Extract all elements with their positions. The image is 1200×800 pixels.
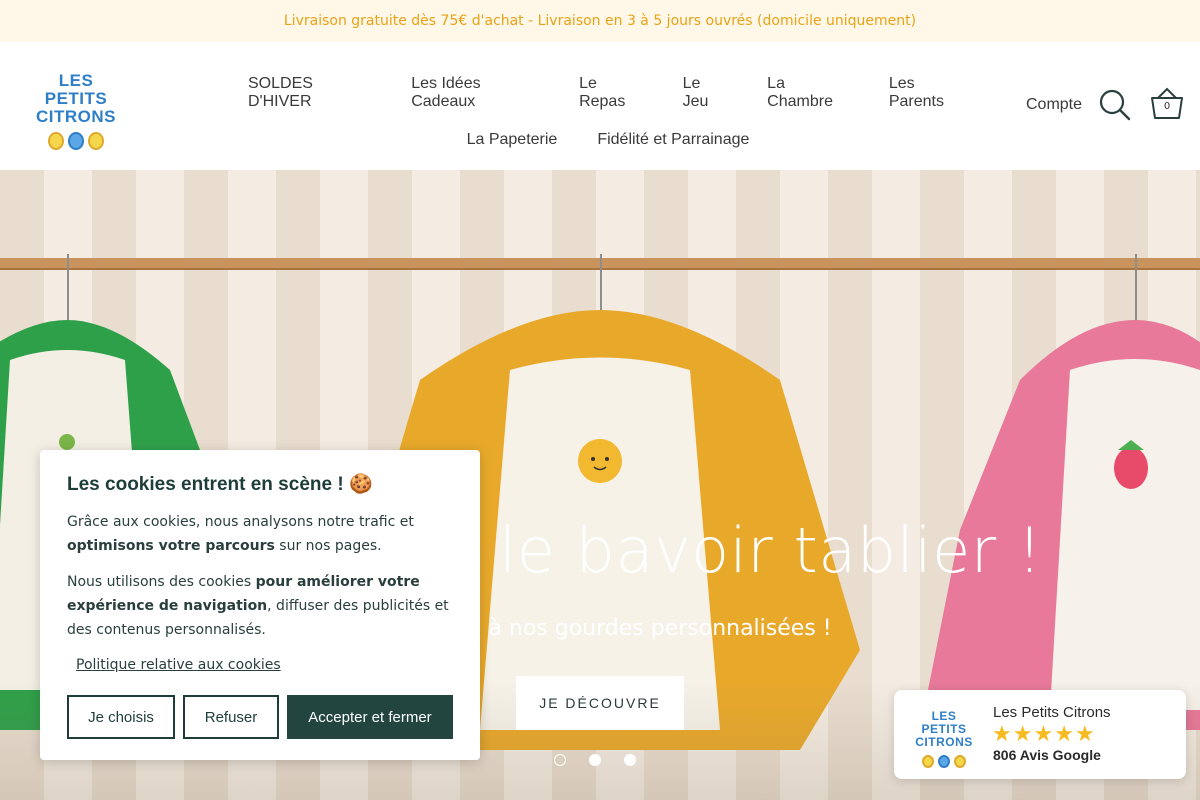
cookie-policy-link[interactable]: Politique relative aux cookies	[76, 657, 281, 673]
slider-dot-3[interactable]	[624, 754, 636, 766]
cookie-banner: Les cookies entrent en scène ! 🍪 Grâce a…	[40, 450, 480, 760]
announcement-text: Livraison gratuite dès 75€ d'achat - Liv…	[283, 13, 917, 29]
slider-dot-1[interactable]	[554, 754, 566, 766]
cart-button[interactable]: 0	[1148, 86, 1186, 122]
nav-item-fidelite[interactable]: Fidélité et Parrainage	[577, 124, 769, 156]
star-icon: ★	[992, 722, 1012, 747]
cookie-refuse-button[interactable]: Refuser	[183, 695, 279, 739]
announcement-bar: Livraison gratuite dès 75€ d'achat - Liv…	[0, 0, 1200, 42]
site-logo[interactable]: LES PETITS CITRONS	[30, 71, 122, 150]
nav-row-2: La Papeterie Fidélité et Parrainage	[228, 124, 988, 156]
site-header: LES PETITS CITRONS SOLDES D'HIVER Les Id…	[0, 42, 1200, 170]
star-icon: ★	[1033, 722, 1054, 747]
star-rating: ★ ★ ★ ★ ★	[992, 723, 1095, 747]
logo-fruits-icon	[912, 755, 976, 768]
cookie-title: Les cookies entrent en scène ! 🍪	[67, 474, 373, 495]
cookie-accept-button[interactable]: Accepter et fermer	[287, 695, 453, 739]
nav-row-1: SOLDES D'HIVER Les Idées Cadeaux Le Repa…	[228, 68, 988, 118]
reviews-store-name: Les Petits Citrons	[993, 704, 1111, 721]
search-icon[interactable]	[1098, 88, 1132, 122]
nav-item-le-repas[interactable]: Le Repas	[559, 68, 663, 118]
cart-count: 0	[1163, 101, 1171, 112]
star-icon: ★	[1074, 722, 1095, 747]
nav-item-les-parents[interactable]: Les Parents	[869, 68, 988, 118]
reviews-logo-text: LES PETITS CITRONS	[915, 709, 973, 749]
nav-item-la-papeterie[interactable]: La Papeterie	[447, 124, 578, 156]
cookie-choose-button[interactable]: Je choisis	[67, 695, 175, 739]
logo-fruits-icon	[30, 132, 122, 150]
cookie-paragraph-2: Nous utilisons des cookies pour améliore…	[67, 574, 449, 638]
cookie-buttons: Je choisis Refuser Accepter et fermer	[67, 695, 453, 739]
star-icon: ★	[1012, 722, 1033, 747]
nav-item-idees-cadeaux[interactable]: Les Idées Cadeaux	[391, 68, 559, 118]
slider-dot-2[interactable]	[589, 754, 601, 766]
slider-dots	[554, 754, 636, 766]
google-reviews-badge[interactable]: LES PETITS CITRONS Les Petits Citrons ★ …	[894, 690, 1186, 779]
main-navigation: SOLDES D'HIVER Les Idées Cadeaux Le Repa…	[228, 68, 988, 156]
nav-item-la-chambre[interactable]: La Chambre	[747, 68, 869, 118]
logo-text: LES PETITS CITRONS	[36, 71, 116, 126]
nav-item-soldes[interactable]: SOLDES D'HIVER	[228, 68, 391, 118]
cookie-paragraph-1: Grâce aux cookies, nous analysons notre …	[67, 514, 414, 554]
reviews-count: 806 Avis Google	[993, 747, 1101, 763]
discover-button[interactable]: JE DÉCOUVRE	[516, 676, 684, 730]
star-icon: ★	[1054, 722, 1074, 747]
nav-item-le-jeu[interactable]: Le Jeu	[663, 68, 748, 118]
account-link[interactable]: Compte	[1026, 96, 1082, 114]
reviews-logo: LES PETITS CITRONS	[912, 710, 976, 768]
